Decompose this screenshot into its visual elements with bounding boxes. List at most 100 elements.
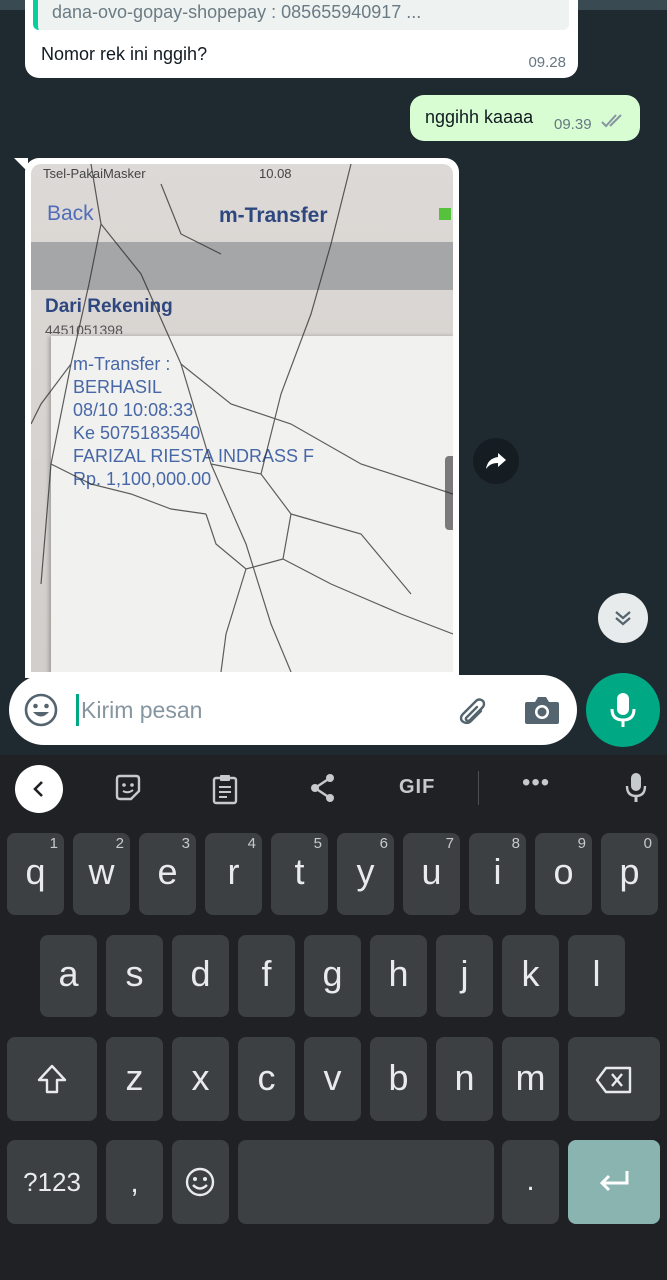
key-label: x bbox=[191, 1057, 210, 1098]
message-input[interactable] bbox=[81, 689, 421, 731]
key-number: 3 bbox=[181, 835, 190, 852]
key-number: 7 bbox=[445, 835, 454, 852]
comma-key[interactable]: , bbox=[106, 1140, 163, 1224]
more-icon[interactable]: ••• bbox=[522, 769, 550, 797]
key-x[interactable]: x bbox=[172, 1037, 229, 1121]
outgoing-message[interactable]: nggihh kaaaa 09.39 bbox=[410, 95, 640, 141]
quoted-reply[interactable]: dana-ovo-gopay-shopepay : 085655940917 .… bbox=[33, 0, 569, 30]
key-number: 6 bbox=[379, 835, 388, 852]
message-text: nggihh kaaaa bbox=[425, 107, 534, 127]
key-r[interactable]: 4r bbox=[205, 833, 262, 915]
key-label: e bbox=[157, 851, 178, 892]
key-k[interactable]: k bbox=[502, 935, 559, 1017]
symbols-key[interactable]: ?123 bbox=[7, 1140, 97, 1224]
key-label: o bbox=[553, 851, 574, 892]
share-icon[interactable] bbox=[309, 773, 337, 803]
screen-cracks bbox=[31, 164, 453, 672]
key-z[interactable]: z bbox=[106, 1037, 163, 1121]
scroll-to-bottom-button[interactable] bbox=[598, 593, 648, 643]
key-label: . bbox=[526, 1164, 535, 1197]
key-h[interactable]: h bbox=[370, 935, 427, 1017]
clipboard-icon[interactable] bbox=[211, 773, 239, 805]
voice-input-icon[interactable] bbox=[624, 771, 648, 805]
key-w[interactable]: 2w bbox=[73, 833, 130, 915]
key-i[interactable]: 8i bbox=[469, 833, 526, 915]
key-label: c bbox=[257, 1057, 276, 1098]
keyboard-back-icon bbox=[33, 781, 43, 797]
key-label: j bbox=[460, 953, 469, 994]
key-n[interactable]: n bbox=[436, 1037, 493, 1121]
message-text: Nomor rek ini nggih? bbox=[41, 44, 208, 64]
period-key[interactable]: . bbox=[502, 1140, 559, 1224]
key-label: v bbox=[323, 1057, 342, 1098]
key-d[interactable]: d bbox=[172, 935, 229, 1017]
key-number: 8 bbox=[511, 835, 520, 852]
key-e[interactable]: 3e bbox=[139, 833, 196, 915]
keyboard-back-button[interactable] bbox=[15, 765, 63, 813]
key-number: 0 bbox=[643, 835, 652, 852]
key-label: m bbox=[515, 1057, 546, 1098]
mic-icon bbox=[610, 693, 636, 727]
read-receipt-icon bbox=[601, 114, 622, 128]
key-label: h bbox=[388, 953, 409, 994]
keyboard-toolbar: GIF ••• bbox=[0, 755, 667, 823]
message-time: 09.28 bbox=[528, 54, 566, 71]
key-p[interactable]: 0p bbox=[601, 833, 658, 915]
key-u[interactable]: 7u bbox=[403, 833, 460, 915]
key-a[interactable]: a bbox=[40, 935, 97, 1017]
key-v[interactable]: v bbox=[304, 1037, 361, 1121]
key-c[interactable]: c bbox=[238, 1037, 295, 1121]
key-g[interactable]: g bbox=[304, 935, 361, 1017]
toolbar-divider bbox=[478, 771, 479, 805]
backspace-icon bbox=[595, 1066, 632, 1094]
attach-icon[interactable] bbox=[455, 693, 491, 729]
key-label: u bbox=[421, 851, 442, 892]
backspace-key[interactable] bbox=[568, 1037, 660, 1121]
key-l[interactable]: l bbox=[568, 935, 625, 1017]
sticker-icon[interactable] bbox=[113, 773, 143, 803]
emoji-icon[interactable] bbox=[23, 692, 59, 728]
key-label: n bbox=[454, 1057, 475, 1098]
key-number: 5 bbox=[313, 835, 322, 852]
key-label: r bbox=[227, 851, 240, 892]
key-label: w bbox=[88, 851, 115, 892]
gif-button[interactable]: GIF bbox=[399, 776, 435, 799]
key-j[interactable]: j bbox=[436, 935, 493, 1017]
camera-icon[interactable] bbox=[523, 693, 561, 727]
shift-icon bbox=[37, 1064, 67, 1094]
key-label: k bbox=[521, 953, 540, 994]
key-label: a bbox=[58, 953, 79, 994]
quoted-text: dana-ovo-gopay-shopepay : 085655940917 .… bbox=[52, 2, 422, 22]
key-number: 9 bbox=[577, 835, 586, 852]
key-label: ?123 bbox=[23, 1167, 81, 1197]
key-number: 2 bbox=[115, 835, 124, 852]
key-label: , bbox=[130, 1166, 139, 1199]
key-label: t bbox=[294, 851, 305, 892]
voice-message-button[interactable] bbox=[586, 673, 660, 747]
key-label: f bbox=[261, 953, 272, 994]
key-y[interactable]: 6y bbox=[337, 833, 394, 915]
image-message[interactable]: Tsel-PakaiMasker 10.08 Back m-Transfer D… bbox=[25, 158, 459, 678]
forward-button[interactable] bbox=[473, 438, 519, 484]
transfer-photo[interactable]: Tsel-PakaiMasker 10.08 Back m-Transfer D… bbox=[31, 164, 453, 672]
key-q[interactable]: 1q bbox=[7, 833, 64, 915]
enter-key[interactable] bbox=[568, 1140, 660, 1224]
key-number: 4 bbox=[247, 835, 256, 852]
incoming-message[interactable]: dana-ovo-gopay-shopepay : 085655940917 .… bbox=[25, 0, 578, 78]
key-s[interactable]: s bbox=[106, 935, 163, 1017]
key-b[interactable]: b bbox=[370, 1037, 427, 1121]
chat-area: dana-ovo-gopay-shopepay : 085655940917 .… bbox=[0, 0, 667, 755]
shift-key[interactable] bbox=[7, 1037, 97, 1121]
emoji-icon bbox=[185, 1167, 215, 1197]
key-number: 1 bbox=[49, 835, 58, 852]
emoji-key[interactable] bbox=[172, 1140, 229, 1224]
key-label: z bbox=[125, 1057, 144, 1098]
key-f[interactable]: f bbox=[238, 935, 295, 1017]
message-composer bbox=[9, 675, 577, 745]
key-t[interactable]: 5t bbox=[271, 833, 328, 915]
key-o[interactable]: 9o bbox=[535, 833, 592, 915]
key-m[interactable]: m bbox=[502, 1037, 559, 1121]
forward-icon bbox=[486, 453, 506, 469]
space-key[interactable] bbox=[238, 1140, 494, 1224]
key-label: g bbox=[322, 953, 343, 994]
